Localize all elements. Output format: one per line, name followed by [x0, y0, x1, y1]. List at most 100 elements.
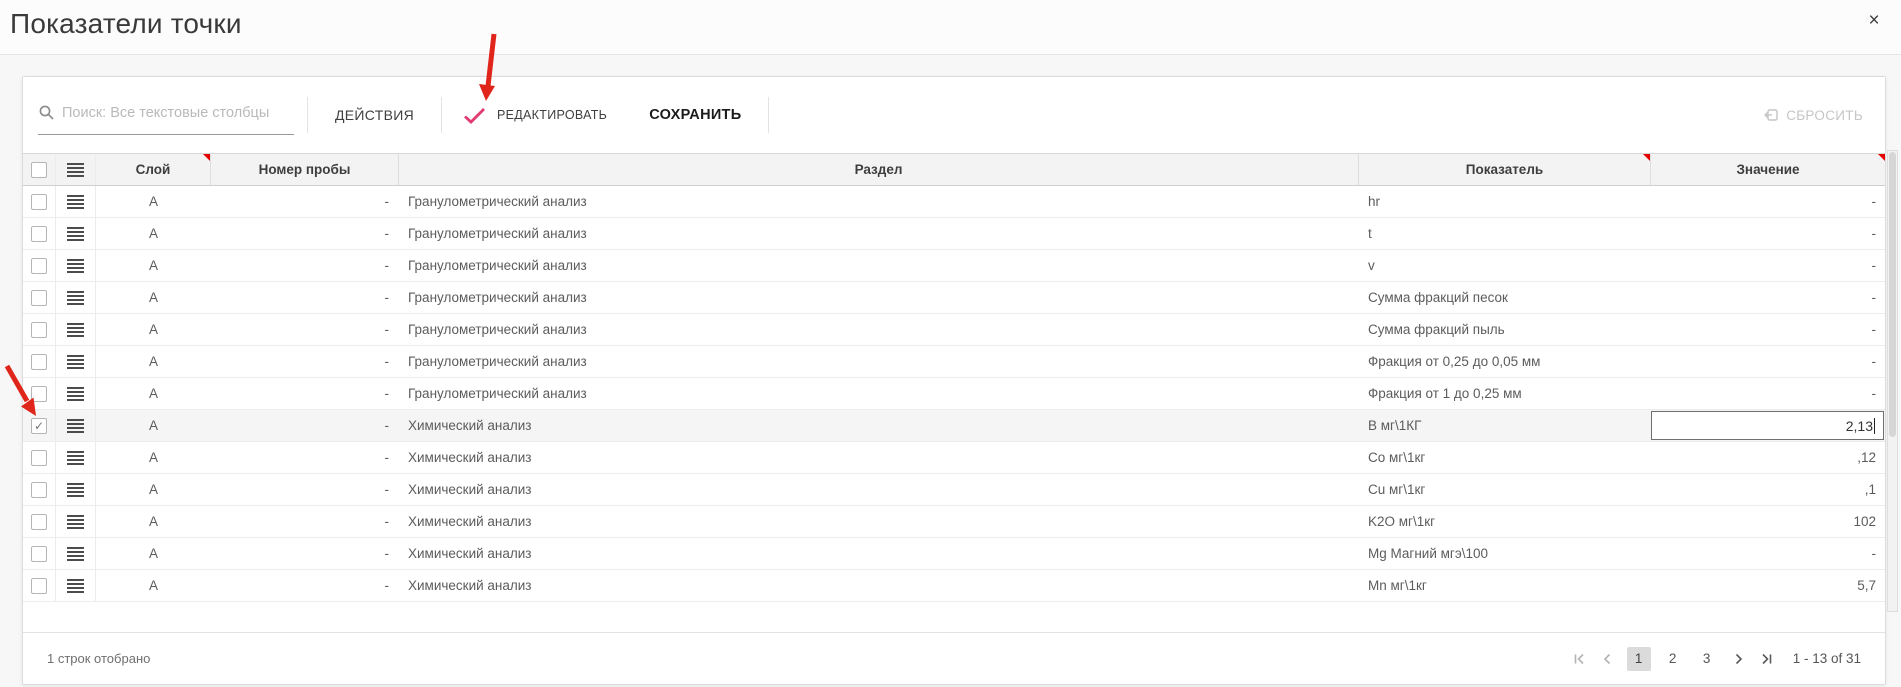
- table-row[interactable]: А-Гранулометрический анализt-: [23, 218, 1885, 250]
- row-checkbox[interactable]: [31, 194, 47, 210]
- row-checkbox[interactable]: [31, 258, 47, 274]
- row-menu-icon[interactable]: [67, 227, 84, 241]
- next-page-button[interactable]: [1732, 652, 1746, 666]
- row-select-cell: [23, 506, 56, 537]
- first-page-button[interactable]: [1572, 652, 1587, 666]
- cell-sample: -: [211, 378, 399, 409]
- cell-indicator: K2O мг\1кг: [1359, 506, 1651, 537]
- row-menu-icon[interactable]: [67, 291, 84, 305]
- table-row[interactable]: А-Химический анализMn мг\1кг5,7: [23, 570, 1885, 602]
- cell-indicator: Mn мг\1кг: [1359, 570, 1651, 601]
- save-button[interactable]: СОХРАНИТЬ: [635, 99, 755, 131]
- table-row[interactable]: А-Гранулометрический анализv-: [23, 250, 1885, 282]
- cell-section: Химический анализ: [399, 474, 1359, 505]
- close-icon[interactable]: ×: [1861, 8, 1887, 34]
- page-number-1[interactable]: 1: [1627, 647, 1651, 671]
- selected-rows-status: 1 строк отобрано: [47, 651, 150, 666]
- select-all-checkbox[interactable]: [31, 162, 47, 178]
- column-header-section[interactable]: Раздел: [399, 154, 1359, 185]
- column-header-indicator[interactable]: Показатель: [1359, 154, 1651, 185]
- row-menu-icon[interactable]: [67, 259, 84, 273]
- cell-section: Химический анализ: [399, 570, 1359, 601]
- row-menu-icon[interactable]: [67, 451, 84, 465]
- search-input[interactable]: [62, 105, 294, 121]
- row-checkbox[interactable]: [31, 354, 47, 370]
- row-checkbox[interactable]: [31, 482, 47, 498]
- table-row[interactable]: А-Химический анализMg Магний мгэ\100-: [23, 538, 1885, 570]
- row-menu-icon[interactable]: [67, 355, 84, 369]
- row-menu-cell: [56, 186, 96, 217]
- pagination-range: 1 - 13 of 31: [1793, 651, 1861, 666]
- row-menu-icon[interactable]: [67, 579, 84, 593]
- column-header-sample[interactable]: Номер пробы: [211, 154, 399, 185]
- last-page-button[interactable]: [1759, 652, 1774, 666]
- table-row[interactable]: А-Гранулометрический анализФракция от 0,…: [23, 346, 1885, 378]
- cell-layer: А: [96, 538, 211, 569]
- table-row[interactable]: А-Химический анализK2O мг\1кг102: [23, 506, 1885, 538]
- column-header-layer[interactable]: Слой: [96, 154, 211, 185]
- search-box[interactable]: [38, 95, 294, 135]
- column-header-indicator-label: Показатель: [1466, 162, 1543, 177]
- cell-layer: А: [96, 282, 211, 313]
- row-checkbox[interactable]: [31, 226, 47, 242]
- scrollbar-thumb[interactable]: [1889, 152, 1896, 437]
- row-menu-icon[interactable]: [67, 515, 84, 529]
- cell-sample: -: [211, 218, 399, 249]
- cell-value: -: [1651, 186, 1885, 217]
- row-menu-cell: [56, 570, 96, 601]
- actions-button[interactable]: ДЕЙСТВИЯ: [321, 99, 428, 131]
- row-menu-icon[interactable]: [67, 547, 84, 561]
- pagination-pages: 123: [1627, 647, 1719, 671]
- table-header-row: Слой Номер пробы Раздел Показатель Значе…: [23, 153, 1885, 186]
- row-checkbox[interactable]: [31, 514, 47, 530]
- row-select-cell: [23, 474, 56, 505]
- table-row[interactable]: ✓А-Химический анализВ мг\1КГ2,13: [23, 410, 1885, 442]
- column-header-value[interactable]: Значение: [1651, 154, 1885, 185]
- table-row[interactable]: А-Гранулометрический анализhr-: [23, 186, 1885, 218]
- table-row[interactable]: А-Гранулометрический анализФракция от 1 …: [23, 378, 1885, 410]
- vertical-scrollbar[interactable]: [1887, 150, 1898, 612]
- row-select-cell: [23, 570, 56, 601]
- row-menu-cell: [56, 442, 96, 473]
- row-checkbox[interactable]: [31, 386, 47, 402]
- prev-page-button[interactable]: [1600, 652, 1614, 666]
- cell-value: -: [1651, 538, 1885, 569]
- row-checkbox[interactable]: [31, 450, 47, 466]
- row-checkbox[interactable]: [31, 578, 47, 594]
- cell-section: Гранулометрический анализ: [399, 250, 1359, 281]
- row-checkbox[interactable]: [31, 322, 47, 338]
- cell-section: Химический анализ: [399, 442, 1359, 473]
- reset-button[interactable]: СБРОСИТЬ: [1763, 107, 1863, 123]
- cell-layer: А: [96, 218, 211, 249]
- edit-button[interactable]: РЕДАКТИРОВАТЬ: [455, 107, 615, 124]
- row-menu-icon[interactable]: [67, 195, 84, 209]
- row-checkbox[interactable]: [31, 546, 47, 562]
- row-menu-icon[interactable]: [67, 419, 84, 433]
- cell-layer: А: [96, 410, 211, 441]
- cell-sample: -: [211, 282, 399, 313]
- value-edit-input[interactable]: 2,13: [1651, 411, 1884, 440]
- table-row[interactable]: А-Гранулометрический анализСумма фракций…: [23, 314, 1885, 346]
- page-number-2[interactable]: 2: [1661, 647, 1685, 671]
- row-menu-cell: [56, 346, 96, 377]
- cell-indicator: Фракция от 0,25 до 0,05 мм: [1359, 346, 1651, 377]
- toolbar-separator: [441, 97, 442, 133]
- page-number-3[interactable]: 3: [1695, 647, 1719, 671]
- column-header-section-label: Раздел: [855, 162, 903, 177]
- cell-value: ,1: [1651, 474, 1885, 505]
- table-row[interactable]: А-Химический анализCo мг\1кг,12: [23, 442, 1885, 474]
- header-select-all[interactable]: [23, 154, 56, 185]
- row-menu-icon[interactable]: [67, 387, 84, 401]
- row-menu-icon[interactable]: [67, 323, 84, 337]
- reset-icon: [1763, 107, 1779, 123]
- cell-value: -: [1651, 314, 1885, 345]
- row-menu-icon[interactable]: [67, 483, 84, 497]
- table-row[interactable]: А-Химический анализCu мг\1кг,1: [23, 474, 1885, 506]
- cell-layer: А: [96, 474, 211, 505]
- table-row[interactable]: А-Гранулометрический анализСумма фракций…: [23, 282, 1885, 314]
- cell-layer: А: [96, 378, 211, 409]
- row-menu-cell: [56, 250, 96, 281]
- row-checkbox[interactable]: [31, 290, 47, 306]
- header-row-menu[interactable]: [56, 154, 96, 185]
- row-checkbox-checked[interactable]: ✓: [31, 418, 47, 434]
